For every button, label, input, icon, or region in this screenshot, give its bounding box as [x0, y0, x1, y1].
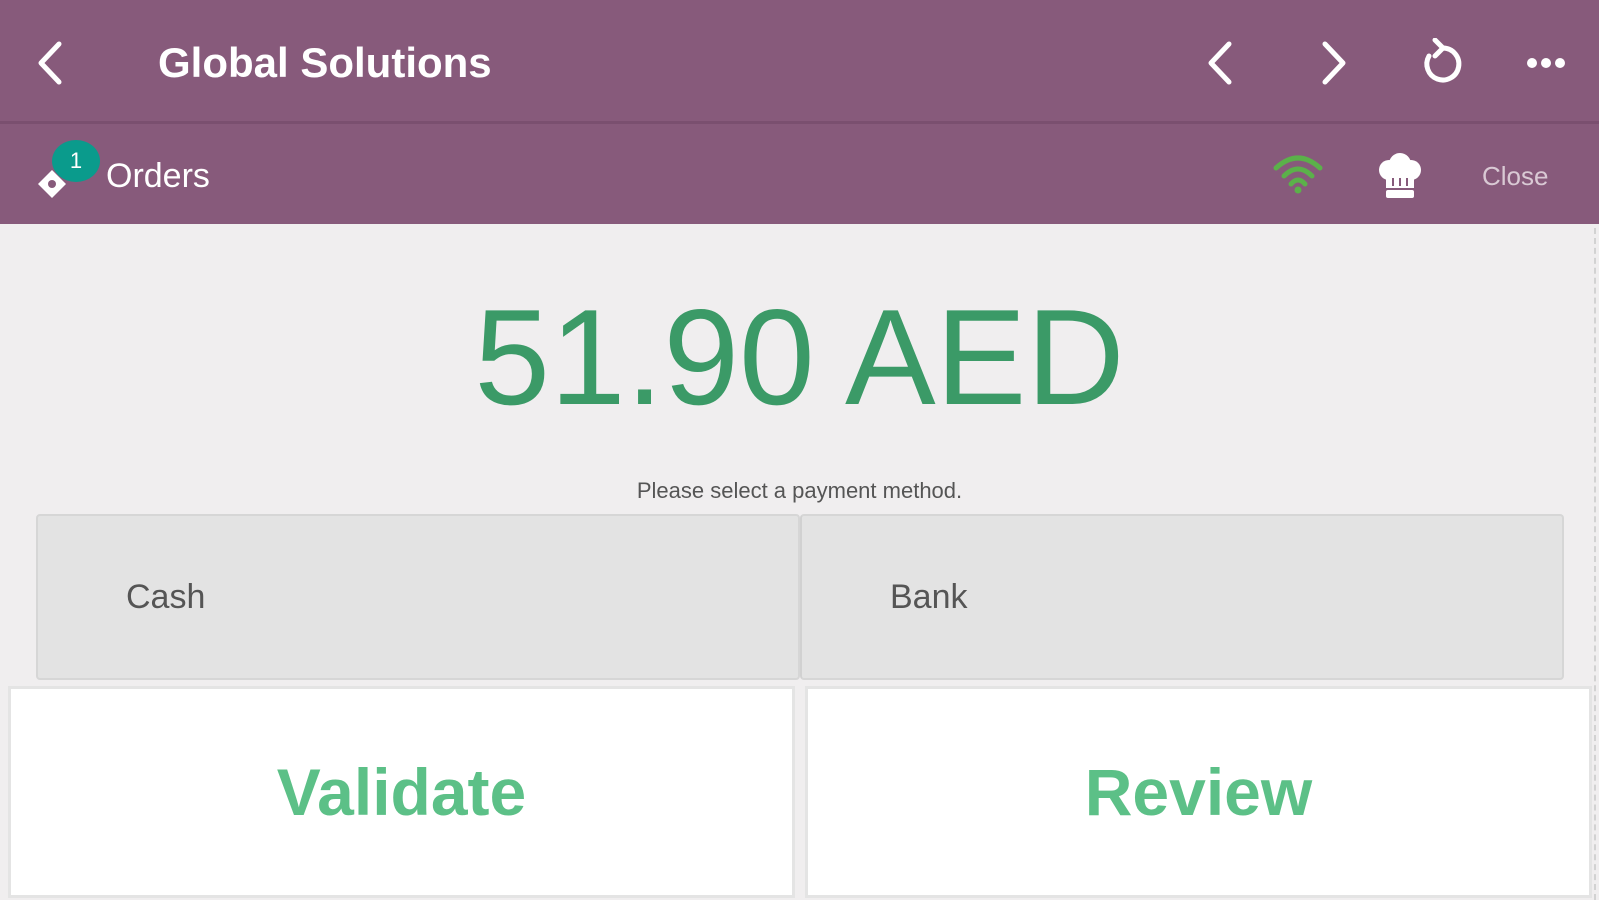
back-button[interactable] [28, 36, 72, 90]
previous-button[interactable] [1198, 36, 1242, 90]
chevron-left-icon [38, 41, 62, 85]
validate-button[interactable]: Validate [8, 686, 795, 898]
page-title: Global Solutions [158, 39, 492, 86]
orders-label: Orders [106, 157, 210, 195]
orders-count-badge: 1 [52, 140, 100, 182]
pos-toolbar [0, 124, 1599, 224]
payment-methods: Cash Bank [36, 514, 1564, 680]
payment-hint: Please select a payment method. [636, 478, 963, 503]
payment-method-bank[interactable]: Bank [800, 514, 1564, 680]
chef-hat-icon [1379, 153, 1421, 198]
total-amount: 51.90 AED [474, 281, 1125, 433]
orders-button[interactable]: 1 Orders [30, 138, 230, 214]
chevron-left-icon [1208, 41, 1232, 85]
wifi-icon [1273, 155, 1323, 194]
review-button[interactable]: Review [805, 686, 1592, 898]
more-horizontal-icon [1527, 58, 1565, 68]
more-button[interactable] [1524, 40, 1568, 86]
next-button[interactable] [1312, 36, 1356, 90]
kitchen-button[interactable] [1374, 150, 1426, 204]
chevron-right-icon [1322, 41, 1346, 85]
payment-method-cash[interactable]: Cash [36, 514, 800, 680]
reload-icon [1424, 38, 1462, 83]
close-button[interactable]: Close [1482, 156, 1548, 196]
connection-status[interactable] [1270, 152, 1326, 196]
reload-button[interactable] [1418, 34, 1468, 90]
action-buttons: Validate Review [8, 686, 1592, 898]
